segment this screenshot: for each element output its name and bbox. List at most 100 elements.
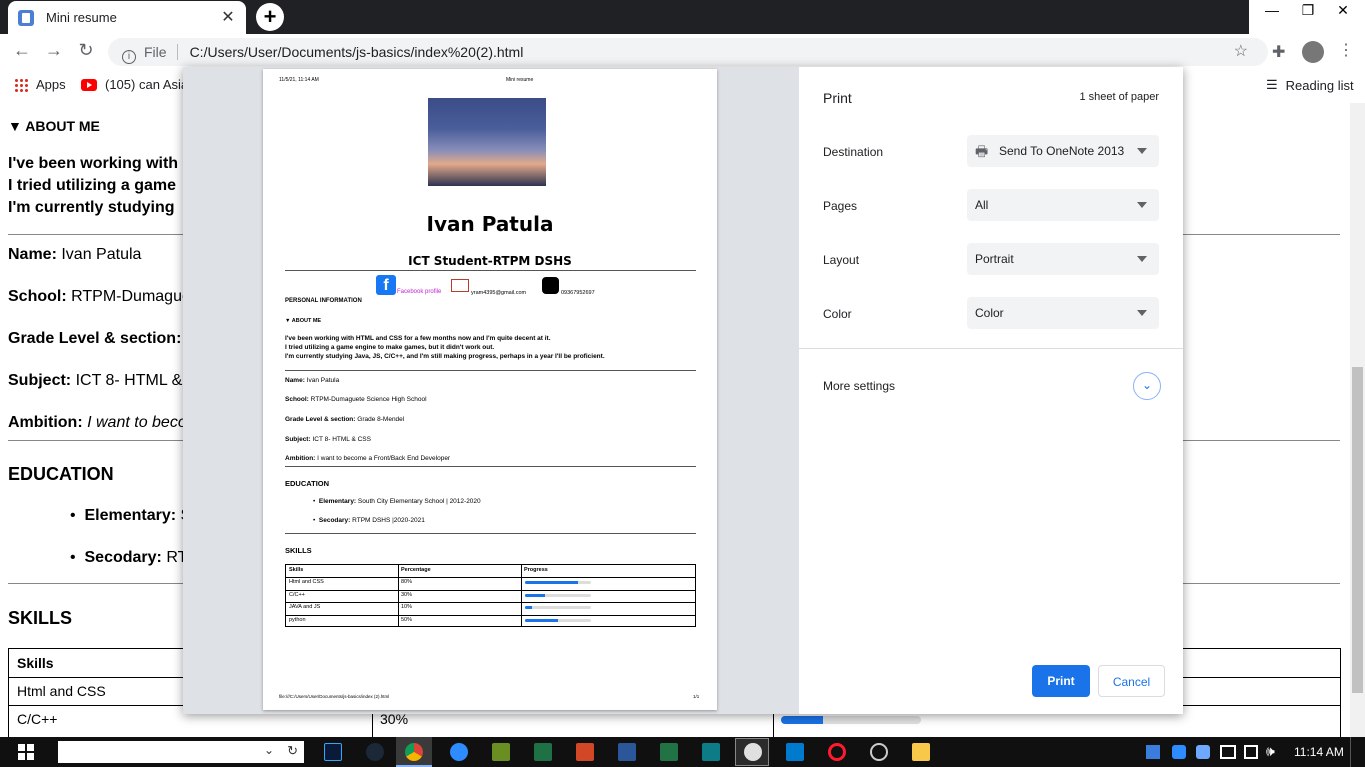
email-icon (451, 279, 469, 292)
subject-field: Subject: ICT 8- HTML & (8, 372, 182, 390)
pages-select[interactable]: All (967, 189, 1159, 221)
grade-field: Grade Level & section: G (8, 330, 198, 348)
opera-icon[interactable] (828, 743, 846, 761)
progress-fill (781, 716, 823, 724)
field-value: RTPM-Dumaguete Science High School (310, 396, 427, 403)
sheet-count: 1 sheet of paper (1079, 91, 1159, 103)
windows-start-icon[interactable] (18, 744, 34, 760)
app-icon[interactable] (534, 743, 552, 761)
tab-mini-resume[interactable]: Mini resume ✕ (8, 1, 246, 34)
file-explorer-icon[interactable] (912, 743, 930, 761)
address-bar[interactable]: i File C:/Users/User/Documents/js-basics/i… (108, 38, 1268, 66)
app-icon[interactable] (702, 743, 720, 761)
network-icon[interactable] (1220, 745, 1236, 759)
reading-list[interactable]: ☰ Reading list (1266, 77, 1354, 93)
minecraft-icon[interactable] (492, 743, 510, 761)
skills-heading: SKILLS (8, 608, 73, 628)
taskbar-search-input[interactable]: ⌄ ↻ (58, 741, 304, 763)
preview-header-date: 11/5/21, 11:14 AM (279, 77, 319, 83)
print-title: Print (823, 90, 852, 106)
facebook-link[interactable]: Facebook profile (397, 289, 441, 295)
taskbar: ⌄ ↻ 🕪 11:14 AM (0, 737, 1365, 767)
cancel-button[interactable]: Cancel (1098, 665, 1165, 697)
tray-icon[interactable] (1146, 745, 1160, 759)
bookmark-label: Apps (36, 77, 66, 92)
preview-divider (285, 466, 696, 467)
table-cell: C/C++ (289, 591, 305, 598)
field-label: Name: (285, 377, 305, 384)
preview-header-title: Mini resume (506, 77, 534, 83)
preview-footer-page: 1/1 (693, 694, 700, 699)
excel-icon[interactable] (660, 743, 678, 761)
zoom-icon[interactable] (450, 743, 468, 761)
scrollbar-thumb[interactable] (1352, 367, 1363, 693)
layout-value: Portrait (975, 252, 1014, 266)
info-icon[interactable]: i (122, 50, 136, 64)
tab-close-icon[interactable]: ✕ (218, 7, 238, 27)
print-settings-panel: Print 1 sheet of paper Destination 🖶 Sen… (799, 67, 1183, 714)
show-desktop-button[interactable] (1350, 737, 1365, 767)
tray-icon[interactable] (1196, 745, 1210, 759)
progress-bar (525, 581, 591, 585)
preview-field: Subject: ICT 8- HTML & CSS (285, 436, 371, 443)
name-field: Name: Ivan Patula (8, 246, 141, 264)
destination-value: Send To OneNote 2013 (999, 144, 1125, 158)
window-close-button[interactable]: ✕ (1320, 0, 1365, 34)
chrome-taskbar-button[interactable] (396, 737, 432, 767)
print-dialog: 11/5/21, 11:14 AM Mini resume Ivan Patul… (183, 67, 1183, 714)
back-icon[interactable]: ← (9, 40, 35, 61)
ambition-label: Ambition: (8, 414, 83, 431)
destination-select[interactable]: 🖶 Send To OneNote 2013 (967, 135, 1159, 167)
progress-bar (525, 618, 591, 622)
subject-label: Subject: (8, 372, 72, 389)
word-icon[interactable] (618, 743, 636, 761)
school-label: School: (8, 288, 67, 305)
table-cell: JAVA and JS (289, 604, 321, 611)
color-select[interactable]: Color (967, 297, 1159, 329)
secondary-label: Secodary: (84, 549, 162, 566)
print-button[interactable]: Print (1032, 665, 1090, 697)
table-cell: Skills (289, 567, 304, 573)
refresh-icon[interactable]: ↻ (287, 743, 298, 759)
table-cell: Html and CSS (289, 579, 324, 586)
field-label: Ambition: (285, 455, 316, 462)
vscode-icon[interactable] (786, 743, 804, 761)
photoshop-icon[interactable] (324, 743, 342, 761)
youtube-icon (81, 78, 97, 91)
ambition-value: I want to beco (87, 414, 187, 431)
profile-photo (428, 98, 546, 186)
bookmark-apps[interactable]: Apps (14, 77, 66, 92)
separator (176, 44, 178, 60)
extensions-icon[interactable]: ✚ (1272, 42, 1285, 62)
battery-icon[interactable] (1244, 745, 1258, 759)
about-heading[interactable]: ▼ ABOUT ME (8, 118, 100, 134)
table-rule (521, 565, 522, 626)
bookmark-youtube[interactable]: (105) can Asian (81, 77, 195, 92)
layout-select[interactable]: Portrait (967, 243, 1159, 275)
table-cell: 50% (401, 616, 413, 623)
chevron-down-icon[interactable]: ⌄ (264, 743, 274, 757)
new-tab-button[interactable]: + (256, 3, 284, 31)
active-app-button[interactable] (735, 738, 769, 766)
preview-email: yram4395@gmail.com (471, 290, 527, 296)
obs-icon[interactable] (870, 743, 888, 761)
app-icon (744, 743, 762, 761)
star-icon[interactable]: ☆ (1234, 38, 1248, 66)
preview-edu-item: • Secodary: RTPM DSHS |2020-2021 (313, 517, 425, 524)
field-value: Ivan Patula (306, 377, 340, 384)
powerpoint-icon[interactable] (576, 743, 594, 761)
zoom-tray-icon[interactable] (1172, 745, 1186, 759)
name-value: Ivan Patula (61, 246, 142, 263)
menu-icon[interactable]: ⋮ (1338, 40, 1354, 60)
steam-icon[interactable] (366, 743, 384, 761)
avatar[interactable] (1302, 41, 1324, 63)
field-value: ICT 8- HTML & CSS (312, 436, 371, 443)
expand-more-icon[interactable]: ⌄ (1133, 372, 1161, 400)
forward-icon[interactable]: → (41, 40, 67, 61)
reading-list-icon: ☰ (1266, 77, 1278, 92)
clock[interactable]: 11:14 AM (1294, 745, 1344, 759)
preview-field: Name: Ivan Patula (285, 377, 339, 384)
volume-icon[interactable]: 🕪 (1266, 743, 1275, 760)
field-label: Subject: (285, 436, 311, 443)
reload-icon[interactable]: ↻ (73, 40, 99, 61)
